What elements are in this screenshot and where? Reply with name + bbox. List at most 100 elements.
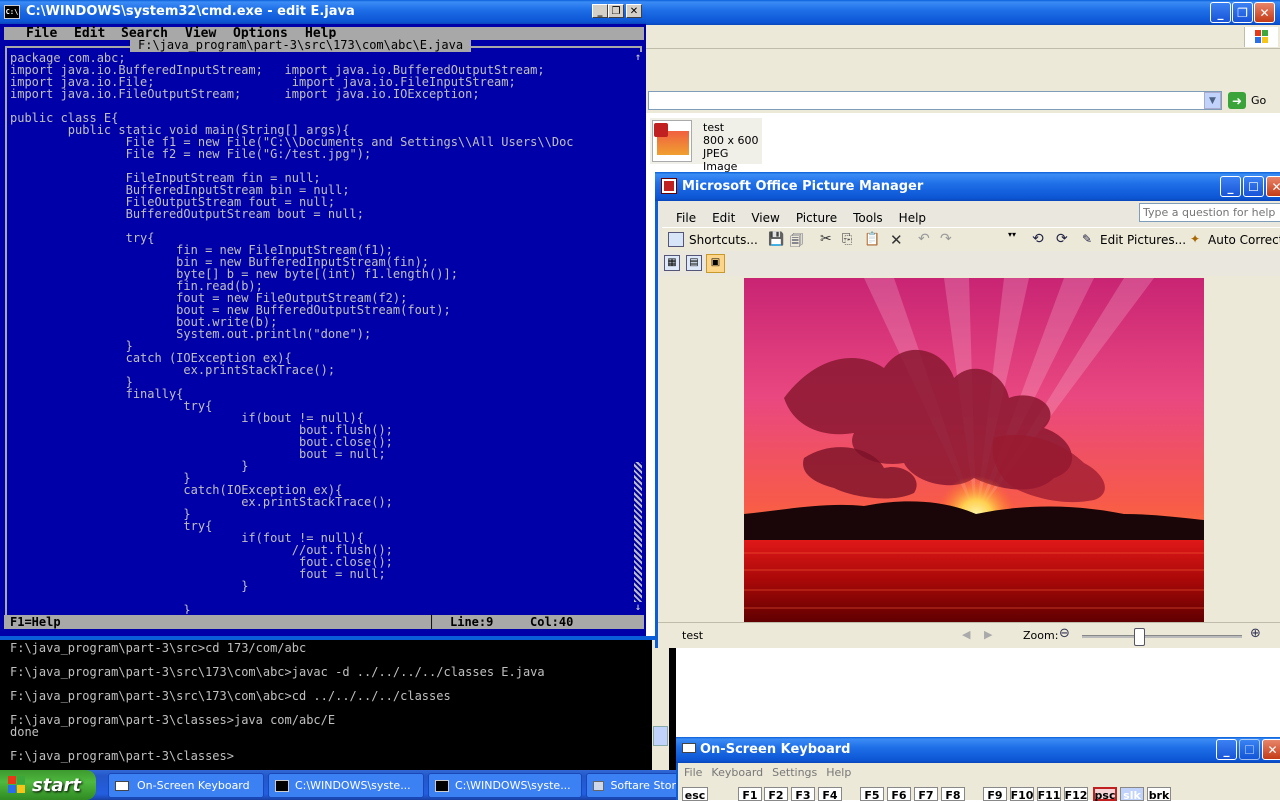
explorer-restore-button[interactable]: ❐	[1232, 2, 1253, 23]
osk-window-title: On-Screen Keyboard	[700, 742, 851, 757]
pm-menu-tools[interactable]: Tools	[853, 211, 883, 225]
go-label[interactable]: Go	[1251, 94, 1266, 107]
taskbar-item-osk[interactable]: On-Screen Keyboard	[108, 773, 264, 798]
redo-icon[interactable]: ↷	[940, 231, 952, 247]
cmd-close-button[interactable]: ✕	[626, 4, 642, 18]
zoom-in-icon[interactable]: ⊕	[1250, 626, 1261, 641]
undo-icon[interactable]: ↶	[918, 231, 930, 247]
pm-maximize-button[interactable]: ☐	[1243, 176, 1264, 197]
edit-pictures-button[interactable]: Edit Pictures...	[1100, 233, 1186, 247]
osk-key-f9[interactable]: F9	[983, 787, 1007, 802]
osk-key-f3[interactable]: F3	[791, 787, 815, 802]
save-all-icon[interactable]: 🗐	[790, 232, 803, 254]
osk-key-f4[interactable]: F4	[818, 787, 842, 802]
osk-maximize-button[interactable]: ☐	[1239, 739, 1260, 760]
osk-menu-settings[interactable]: Settings	[772, 766, 817, 779]
address-input[interactable]	[648, 91, 1222, 110]
address-bar: ▼ ➜ Go	[646, 89, 1280, 113]
osk-menu-help[interactable]: Help	[826, 766, 851, 779]
copy-icon[interactable]: ⎘	[842, 232, 852, 247]
delete-icon[interactable]: ✕	[890, 231, 903, 249]
code-editor[interactable]: package com.abc; import java.io.Buffered…	[10, 52, 632, 614]
prev-picture-icon[interactable]: ◀	[962, 628, 970, 641]
osk-key-f12[interactable]: F12	[1064, 787, 1088, 802]
osk-key-f1[interactable]: F1	[738, 787, 762, 802]
pm-statusbar: test ◀ ▶ Zoom: ⊖ ⊕	[658, 622, 1280, 648]
osk-key-f10[interactable]: F10	[1010, 787, 1034, 802]
file-tile[interactable]: test 800 x 600 JPEG Image	[650, 118, 762, 173]
explorer-menu-strip	[646, 25, 1280, 49]
cmd-minimize-button[interactable]: _	[592, 4, 608, 18]
cmd-edit-window: C:\ C:\WINDOWS\system32\cmd.exe - edit E…	[0, 0, 646, 636]
save-icon[interactable]: 💾	[768, 232, 784, 247]
pm-menu-view[interactable]: View	[751, 211, 779, 225]
cut-icon[interactable]: ✂	[820, 231, 832, 247]
osk-key-slk[interactable]: slk	[1120, 787, 1144, 802]
osk-key-brk[interactable]: brk	[1147, 787, 1171, 802]
cmd-window-title: C:\WINDOWS\system32\cmd.exe - edit E.jav…	[26, 4, 355, 19]
toolbar-options-icon[interactable]: ▾▾	[1008, 230, 1016, 250]
osk-key-f5[interactable]: F5	[860, 787, 884, 802]
console-scrollbar[interactable]	[652, 640, 669, 772]
edit-menu-file[interactable]: File	[26, 27, 57, 40]
pm-minimize-button[interactable]: _	[1220, 176, 1241, 197]
zoom-slider-thumb[interactable]	[1134, 628, 1146, 646]
osk-menubar: File Keyboard Settings Help	[684, 766, 851, 779]
taskbar-item-cmd-1[interactable]: C:\WINDOWS\syste...	[268, 773, 424, 798]
osk-menu-keyboard[interactable]: Keyboard	[711, 766, 763, 779]
auto-correct-button[interactable]: Auto Correct	[1208, 233, 1280, 247]
zoom-slider[interactable]	[1082, 628, 1242, 646]
start-button[interactable]: start	[0, 770, 96, 800]
osk-key-f6[interactable]: F6	[887, 787, 911, 802]
osk-close-button[interactable]: ✕	[1262, 739, 1280, 760]
paste-icon[interactable]: 📋	[864, 232, 880, 247]
taskbar-item-software[interactable]: Softare Stor	[586, 773, 676, 798]
picture-manager-window: Microsoft Office Picture Manager _ ☐ ✕ F…	[655, 172, 1280, 648]
scroll-down-icon[interactable]: ↓	[633, 602, 643, 614]
help-question-input[interactable]	[1139, 203, 1280, 222]
cmd-restore-button[interactable]: ❐	[608, 4, 624, 18]
osk-key-f8[interactable]: F8	[941, 787, 965, 802]
taskbar-item-cmd-2-label: C:\WINDOWS\syste...	[455, 779, 571, 792]
osk-minimize-button[interactable]: _	[1216, 739, 1237, 760]
osk-key-psc[interactable]: psc	[1093, 787, 1117, 802]
auto-correct-icon[interactable]: ✦	[1190, 232, 1200, 246]
filmstrip-view-icon[interactable]: ▤	[686, 255, 702, 271]
console-scroll-thumb[interactable]	[653, 726, 668, 746]
zoom-out-icon[interactable]: ⊖	[1059, 626, 1070, 641]
thumbnail-view-icon[interactable]: ▦	[664, 255, 680, 271]
pm-close-button[interactable]: ✕	[1266, 176, 1280, 197]
osk-key-esc[interactable]: esc	[682, 787, 708, 802]
edit-scrollbar[interactable]: ↑ ↓	[633, 52, 643, 615]
rotate-right-icon[interactable]: ⟳	[1056, 231, 1068, 247]
windows-logo-icon	[1244, 27, 1278, 47]
taskbar-item-osk-label: On-Screen Keyboard	[137, 779, 250, 792]
pm-menu-edit[interactable]: Edit	[712, 211, 735, 225]
pm-menu-picture[interactable]: Picture	[796, 211, 837, 225]
shortcuts-icon[interactable]	[668, 232, 684, 247]
windows-flag-icon	[8, 776, 26, 794]
pm-menu-help[interactable]: Help	[899, 211, 926, 225]
edit-menu-edit[interactable]: Edit	[74, 27, 105, 40]
osk-key-f7[interactable]: F7	[914, 787, 938, 802]
explorer-close-button[interactable]: ✕	[1254, 2, 1275, 23]
single-picture-view-icon[interactable]: ▣	[706, 254, 725, 273]
scroll-track[interactable]	[634, 462, 642, 602]
rotate-left-icon[interactable]: ⟲	[1032, 231, 1044, 247]
osk-menu-file[interactable]: File	[684, 766, 702, 779]
osk-key-f2[interactable]: F2	[764, 787, 788, 802]
cmd-icon	[435, 779, 449, 792]
next-picture-icon[interactable]: ▶	[984, 628, 992, 641]
pm-titlebar: Microsoft Office Picture Manager _ ☐ ✕	[655, 172, 1280, 201]
taskbar-item-cmd-2[interactable]: C:\WINDOWS\syste...	[428, 773, 582, 798]
taskbar-item-cmd-1-label: C:\WINDOWS\syste...	[295, 779, 411, 792]
shortcuts-button[interactable]: Shortcuts...	[689, 233, 758, 247]
address-dropdown-button[interactable]: ▼	[1204, 92, 1221, 109]
scroll-up-icon[interactable]: ↑	[633, 52, 643, 64]
pm-menu-file[interactable]: File	[676, 211, 696, 225]
edit-pictures-icon[interactable]: ✎	[1082, 232, 1092, 246]
software-icon	[593, 780, 605, 791]
explorer-minimize-button[interactable]: _	[1210, 2, 1231, 23]
osk-key-f11[interactable]: F11	[1037, 787, 1061, 802]
go-arrow-icon[interactable]: ➜	[1228, 92, 1246, 109]
